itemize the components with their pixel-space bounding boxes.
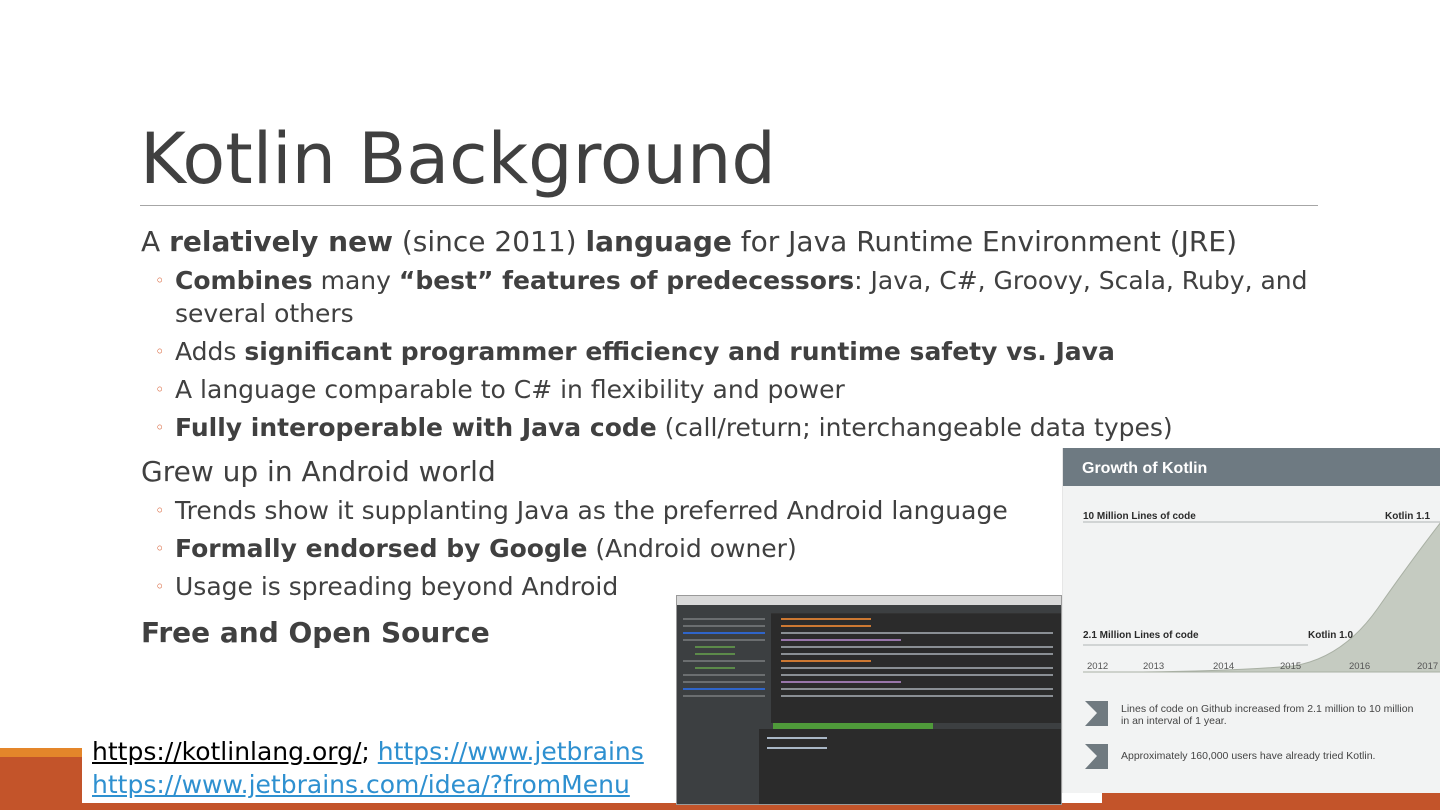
sub-bullet-interoperable: ◦ Fully interoperable with Java code (ca… xyxy=(141,411,1331,444)
year-label: 2012 xyxy=(1087,661,1109,672)
bullet-circle-icon: ◦ xyxy=(155,380,165,399)
bullet-bold-text: “best” features of predecessors xyxy=(398,266,855,295)
bullet-text: A language comparable to C# in flexibili… xyxy=(175,375,845,404)
year-label: 2013 xyxy=(1143,661,1165,672)
ide-title-bar xyxy=(677,596,1061,605)
growth-note-lines: Lines of code on Github increased from 2… xyxy=(1121,703,1414,727)
ide-screenshot xyxy=(676,595,1062,805)
year-label: 2015 xyxy=(1280,661,1302,672)
bullet-circle-icon: ◦ xyxy=(155,271,165,290)
bullet-text: Adds xyxy=(175,337,245,366)
bullet-circle-icon: ◦ xyxy=(155,577,165,596)
top-lines-label: 10 Million Lines of code xyxy=(1083,511,1196,522)
kotlinlang-link[interactable]: https://kotlinlang.org/ xyxy=(92,737,361,766)
bullet-bold-text: significant programmer efficiency and ru… xyxy=(244,337,1115,366)
note1-marker-icon xyxy=(1085,701,1108,726)
growth-area xyxy=(1083,522,1440,673)
sub-bullet-combines: ◦ Combines many “best” features of prede… xyxy=(141,264,1331,330)
bullet-bold-text: Fully interoperable with Java code xyxy=(175,413,657,442)
ide-run-progress xyxy=(773,723,933,729)
bullet-circle-icon: ◦ xyxy=(155,539,165,558)
bottom-lines-label: 2.1 Million Lines of code xyxy=(1083,630,1199,641)
bullet-text: Trends show it supplanting Java as the p… xyxy=(175,496,1008,525)
link-separator: ; xyxy=(361,737,370,766)
bullet-bold-text: Formally endorsed by Google xyxy=(175,534,588,563)
footer-accent-stripe xyxy=(0,748,90,757)
sub-bullet-efficiency: ◦ Adds significant programmer efficiency… xyxy=(141,335,1331,368)
bullet-text: Grew up in Android world xyxy=(141,455,496,488)
bullet-text: Free and Open Source xyxy=(141,616,490,649)
bullet-circle-icon: ◦ xyxy=(155,501,165,520)
bullet-circle-icon: ◦ xyxy=(155,418,165,437)
bullet-bold-text: Combines xyxy=(175,266,313,295)
bottom-version-label: Kotlin 1.0 xyxy=(1308,630,1354,641)
bullet-new-language: A relatively new (since 2011) language f… xyxy=(141,224,1331,260)
title-divider xyxy=(140,205,1318,206)
slide-title: Kotlin Background xyxy=(140,118,776,200)
sub-bullet-comparable: ◦ A language comparable to C# in flexibi… xyxy=(141,373,1331,406)
ide-project-tree xyxy=(677,613,771,723)
idea-link[interactable]: https://www.jetbrains.com/idea/?fromMenu xyxy=(92,770,630,799)
bullet-text: (Android owner) xyxy=(587,534,797,563)
ide-code-editor xyxy=(773,613,1061,723)
bullet-bold-text: relatively new xyxy=(169,225,393,258)
ide-console-panel xyxy=(677,729,759,804)
bullet-text: (call/return; interchangeable data types… xyxy=(656,413,1173,442)
growth-of-kotlin-graphic: Growth of Kotlin 10 Million Lines of cod… xyxy=(1062,448,1440,793)
jetbrains-link[interactable]: https://www.jetbrains xyxy=(378,737,644,766)
bullet-text: (since 2011) xyxy=(392,225,586,258)
ide-run-console xyxy=(677,723,1061,804)
year-label: 2014 xyxy=(1213,661,1235,672)
growth-curve-graphic xyxy=(1083,521,1440,769)
bullet-text: A xyxy=(141,225,170,258)
top-version-label: Kotlin 1.1 xyxy=(1385,511,1431,522)
bullet-text: Usage is spreading beyond Android xyxy=(175,572,619,601)
note2-marker-icon xyxy=(1085,744,1108,769)
bullet-text: many xyxy=(312,266,399,295)
bullet-circle-icon: ◦ xyxy=(155,342,165,361)
bullet-bold-text: language xyxy=(585,225,732,258)
year-label: 2017 xyxy=(1417,661,1439,672)
bullet-text: for Java Runtime Environment (JRE) xyxy=(731,225,1237,258)
year-label: 2016 xyxy=(1349,661,1371,672)
growth-note-users: Approximately 160,000 users have already… xyxy=(1121,750,1376,762)
